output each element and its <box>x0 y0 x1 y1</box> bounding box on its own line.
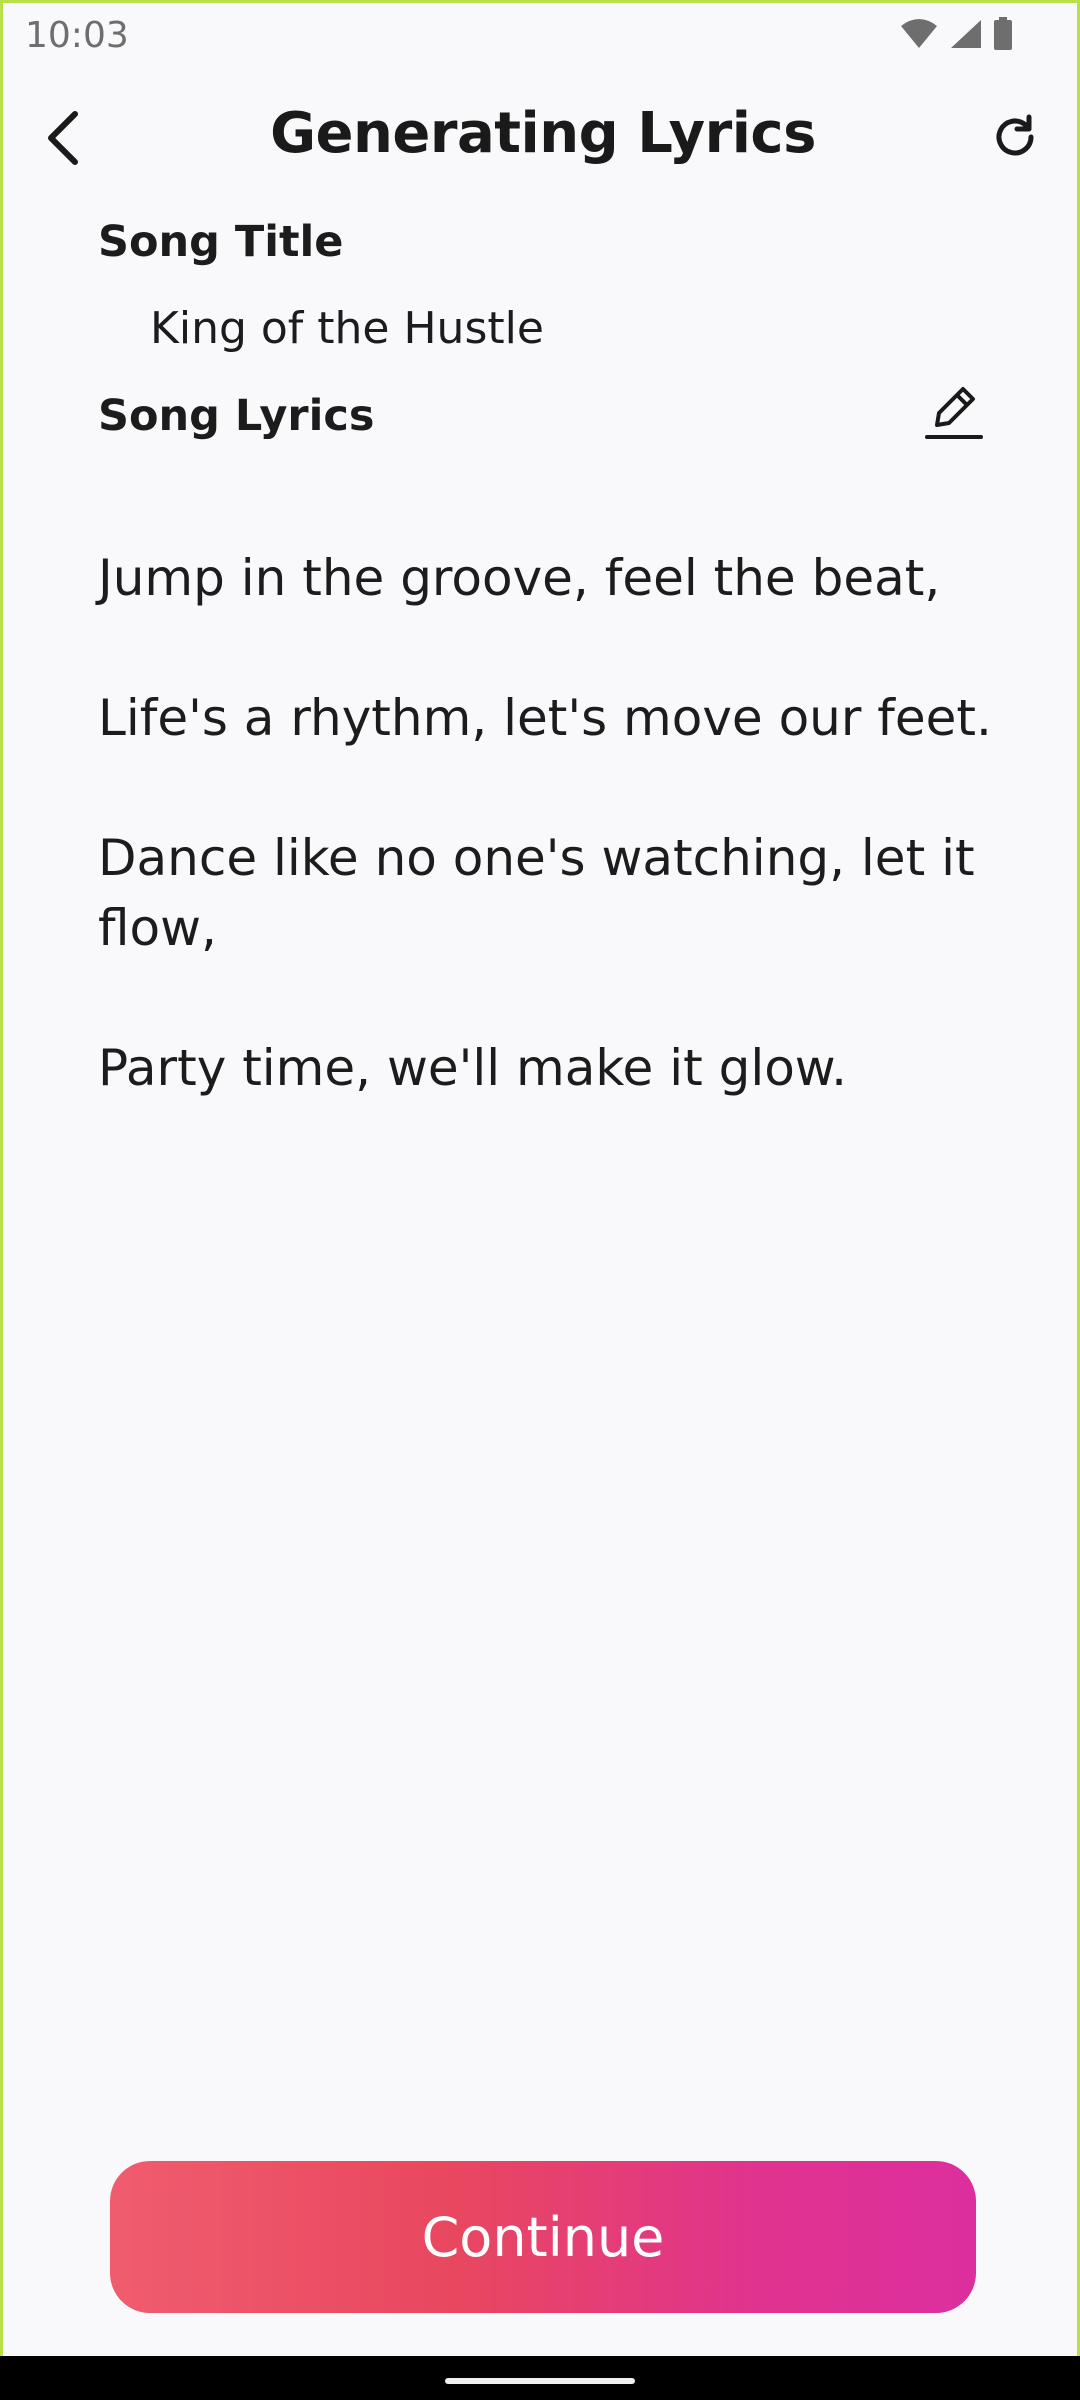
status-icons <box>899 17 1013 56</box>
status-bar: 10:03 <box>3 3 1080 67</box>
page-title: Generating Lyrics <box>270 101 816 166</box>
refresh-button[interactable] <box>983 107 1047 171</box>
signal-icon <box>949 18 983 55</box>
song-lyrics-label: Song Lyrics <box>98 391 375 441</box>
wifi-icon <box>899 18 939 55</box>
lyrics-line: Life's a rhythm, let's move our feet. <box>98 689 992 747</box>
app-header: Generating Lyrics <box>3 93 1080 183</box>
battery-icon <box>993 17 1013 56</box>
status-time: 10:03 <box>25 15 129 56</box>
song-title-value: King of the Hustle <box>150 303 544 354</box>
lyrics-line: Dance like no one's watching, let it flo… <box>98 829 975 957</box>
home-indicator[interactable] <box>445 2378 635 2384</box>
continue-button[interactable]: Continue <box>110 2161 976 2313</box>
system-nav-bar <box>0 2356 1080 2400</box>
edit-lyrics-button[interactable] <box>921 383 985 447</box>
refresh-icon <box>991 113 1039 166</box>
pencil-icon <box>923 385 983 446</box>
lyrics-line: Party time, we'll make it glow. <box>98 1039 847 1097</box>
app-screen: 10:03 Generating Lyrics Song Title King … <box>0 0 1080 2356</box>
lyrics-line: Jump in the groove, feel the beat, <box>98 549 941 607</box>
song-lyrics: Jump in the groove, feel the beat, Life'… <box>98 473 998 1173</box>
song-title-label: Song Title <box>98 217 344 267</box>
